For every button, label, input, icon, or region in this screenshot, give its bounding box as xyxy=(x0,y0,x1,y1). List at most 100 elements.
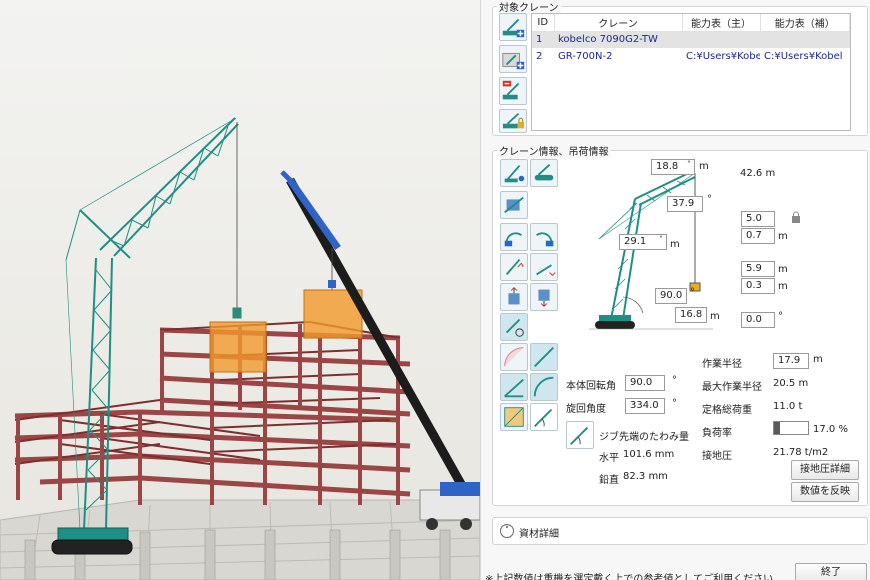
jib-deflection-icon[interactable] xyxy=(566,421,594,449)
rated-load-label: 定格総荷重 xyxy=(702,405,752,416)
swing-range-icon[interactable] xyxy=(530,373,558,401)
horizontal-label: 水平 xyxy=(599,453,619,464)
crane-info-title: クレーン情報、吊荷情報 xyxy=(497,143,611,158)
dropdown-arrow-icon: ˅ xyxy=(659,235,663,244)
row-main: C:¥Users¥Kobel xyxy=(686,51,760,62)
ground-pressure-label: 接地圧 xyxy=(702,451,732,462)
unit-m: m xyxy=(670,239,680,250)
unit-deg: ° xyxy=(672,375,677,386)
crane-target-icon[interactable] xyxy=(500,313,528,341)
working-radius-unit: m xyxy=(813,354,823,365)
crane-settings-panel: 対象クレーン ID クレーン 能力表（主） 能力表（補） 1 kobelco 7… xyxy=(480,0,870,580)
body-rotation-label: 本体回転角 xyxy=(566,381,616,392)
rotation-offset-field[interactable]: 0.0 xyxy=(741,312,775,328)
crane-info-group: クレーン情報、吊荷情報 18.8 ˅ m 42.6 m 37.9 ° 29.1 … xyxy=(492,143,868,506)
measure-icon[interactable] xyxy=(530,403,558,431)
row-main xyxy=(682,31,760,48)
add-crane-icon[interactable] xyxy=(499,13,527,41)
working-radius-label: 作業半径 xyxy=(702,359,742,370)
boom-down-icon[interactable] xyxy=(530,253,558,281)
load-ratio-label: 負荷率 xyxy=(702,428,732,439)
radius-circle-icon[interactable] xyxy=(500,343,528,371)
boom-length-value: 18.8 xyxy=(656,161,679,172)
swing-right-icon[interactable] xyxy=(530,223,558,251)
hook-a-field[interactable]: 5.0 xyxy=(741,211,775,227)
col-crane[interactable]: クレーン xyxy=(554,14,683,32)
load-a-field[interactable]: 5.9 xyxy=(741,261,775,277)
row-id: 2 xyxy=(536,51,543,62)
horizontal-value: 101.6 mm xyxy=(623,449,675,460)
height-value: 42.6 m xyxy=(740,168,776,179)
reflect-values-button[interactable]: 数値を反映 xyxy=(791,482,859,502)
main-angle-field[interactable]: 90.0 xyxy=(655,288,687,304)
footer-note: ※上記数値は重機を選定戴く上での参考値としてご利用ください xyxy=(485,574,774,580)
lock-crane-icon[interactable] xyxy=(499,109,527,133)
mobile-crane-blue xyxy=(280,170,480,530)
load-b-field[interactable]: 0.3 xyxy=(741,278,775,294)
row-aux: C:¥Users¥Kobel xyxy=(764,51,843,62)
materials-label: 資材詳細 xyxy=(519,529,559,540)
dropdown-arrow-icon: ˅ xyxy=(687,160,691,169)
ground-pressure-value: 21.78 t/m2 xyxy=(773,447,829,458)
ground-pressure-icon[interactable] xyxy=(500,403,528,431)
unit-m: m xyxy=(778,264,788,275)
max-radius-value: 20.5 m xyxy=(773,378,809,389)
ground-pressure-detail-button[interactable]: 接地圧詳細 xyxy=(791,460,859,480)
unit-m: m xyxy=(778,231,788,242)
row-crane: kobelco 7090G2-TW xyxy=(554,31,682,48)
unit-deg: ° xyxy=(690,287,695,298)
load-ratio-value: 17.0 % xyxy=(813,424,848,435)
rotate-view-icon[interactable] xyxy=(500,191,528,219)
unit-m: m xyxy=(778,281,788,292)
target-crane-group: 対象クレーン ID クレーン 能力表（主） 能力表（補） 1 kobelco 7… xyxy=(492,0,868,136)
swing-left-icon[interactable] xyxy=(500,223,528,251)
body-rotation-field[interactable]: 90.0 xyxy=(625,375,665,391)
angle-icon[interactable] xyxy=(500,373,528,401)
add-from-folder-icon[interactable] xyxy=(499,45,527,73)
target-crane-title: 対象クレーン xyxy=(497,0,561,14)
delete-crane-icon[interactable] xyxy=(499,77,527,105)
row-id: 1 xyxy=(532,31,554,48)
col-id[interactable]: ID xyxy=(532,14,555,32)
jib-deflection-label: ジブ先端のたわみ量 xyxy=(599,432,689,443)
load-ratio-bar xyxy=(773,421,809,435)
working-radius-field[interactable]: 17.9 xyxy=(773,353,809,369)
crane-view-icon[interactable] xyxy=(500,159,528,187)
hook-down-icon[interactable] xyxy=(530,283,558,311)
unit-deg: ° xyxy=(778,311,783,322)
radius-line-icon[interactable] xyxy=(530,343,558,371)
max-radius-label: 最大作業半径 xyxy=(702,382,762,393)
materials-expander[interactable]: ˅ 資材詳細 xyxy=(492,517,868,545)
unit-m: m xyxy=(699,161,709,172)
lock-icon[interactable] xyxy=(791,211,801,223)
rated-load-value: 11.0 t xyxy=(773,401,803,412)
jib-length-value: 29.1 xyxy=(624,236,647,247)
hook-up-icon[interactable] xyxy=(500,283,528,311)
row-crane: GR-700N-2 xyxy=(558,51,613,62)
expand-icon: ˅ xyxy=(500,524,514,538)
hook-b-field[interactable]: 0.7 xyxy=(741,228,775,244)
table-row[interactable]: 1 kobelco 7090G2-TW xyxy=(532,31,850,48)
vertical-label: 鉛直 xyxy=(599,475,619,486)
crawler-icon[interactable] xyxy=(530,159,558,187)
3d-viewport[interactable] xyxy=(0,0,480,580)
close-button[interactable]: 終了 xyxy=(795,563,867,580)
swing-angle-label: 旋回角度 xyxy=(566,404,606,415)
boom-angle-field[interactable]: 37.9 xyxy=(667,196,703,212)
col-main-chart[interactable]: 能力表（主） xyxy=(682,14,761,32)
unit-m: m xyxy=(710,311,720,322)
crane-table: ID クレーン 能力表（主） 能力表（補） 1 kobelco 7090G2-T… xyxy=(531,13,851,131)
table-row[interactable]: 2 GR-700N-2 C:¥Users¥Kobel C:¥Users¥Kobe… xyxy=(532,48,850,65)
unit-deg: ° xyxy=(672,398,677,409)
swing-angle-field[interactable]: 334.0 xyxy=(625,398,665,414)
boom-length-select[interactable]: 18.8 ˅ xyxy=(651,159,695,175)
row-aux xyxy=(760,31,850,48)
unit-deg: ° xyxy=(707,194,712,205)
vertical-value: 82.3 mm xyxy=(623,471,668,482)
boom-up-icon[interactable] xyxy=(500,253,528,281)
base-length-field[interactable]: 16.8 xyxy=(675,307,707,323)
jib-length-select[interactable]: 29.1 ˅ xyxy=(619,234,667,250)
construction-scene xyxy=(0,117,480,580)
load-ratio-fill xyxy=(774,422,780,434)
col-aux-chart[interactable]: 能力表（補） xyxy=(760,14,850,32)
